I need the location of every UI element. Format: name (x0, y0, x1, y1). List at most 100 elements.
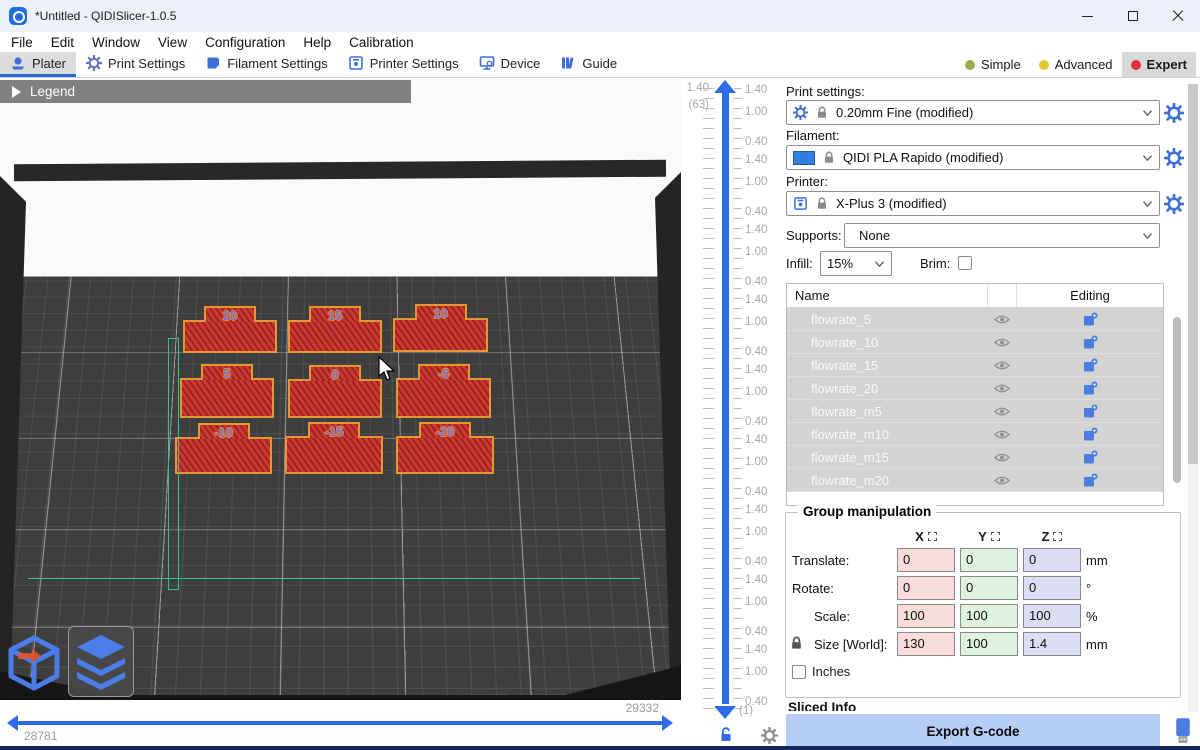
flowrate-patch[interactable]: 5 (180, 378, 274, 418)
eye-icon[interactable] (994, 383, 1010, 394)
mode-simple[interactable]: Simple (956, 52, 1030, 77)
moves-slider-track[interactable] (16, 721, 664, 725)
slider-right-arrow-icon[interactable] (662, 715, 673, 731)
z-value-field[interactable]: 1.4 (1023, 632, 1081, 656)
object-row[interactable]: flowrate_5 (787, 308, 1163, 331)
tab-print-settings[interactable]: Print Settings (76, 52, 195, 77)
edit-object-icon[interactable] (1083, 473, 1098, 488)
edit-object-icon[interactable] (1083, 450, 1098, 465)
slider-settings-gear-icon[interactable] (761, 727, 778, 744)
object-row[interactable]: flowrate_m5 (787, 400, 1163, 423)
axis-select-icon[interactable] (991, 532, 1000, 541)
y-value-field[interactable]: 100 (960, 604, 1018, 628)
menu-item[interactable]: Calibration (340, 35, 423, 50)
eye-icon[interactable] (994, 406, 1010, 417)
object-row[interactable]: flowrate_20 (787, 377, 1163, 400)
menu-item[interactable]: Configuration (196, 35, 294, 50)
mode-advanced[interactable]: Advanced (1030, 52, 1122, 77)
menu-item[interactable]: Help (294, 35, 340, 50)
supports-combo[interactable]: None (844, 223, 1160, 248)
axis-select-icon[interactable] (1053, 532, 1062, 541)
tab-plater[interactable]: Plater (0, 52, 76, 77)
flowrate-patch[interactable]: 0 (288, 379, 382, 418)
print-settings-combo[interactable]: 0.20mm Fine (modified) (786, 100, 1160, 125)
eye-icon[interactable] (994, 452, 1010, 463)
close-button[interactable] (1155, 0, 1200, 32)
name-column-header[interactable]: Name (787, 288, 987, 303)
y-value-field[interactable]: 0 (960, 576, 1018, 600)
object-row[interactable]: flowrate_10 (787, 331, 1163, 354)
flowrate-patch[interactable]: 20 (183, 320, 277, 353)
printer-gear-button[interactable] (1164, 194, 1184, 214)
slider-down-arrow-icon[interactable] (714, 706, 736, 719)
eye-icon[interactable] (994, 429, 1010, 440)
filament-gear-button[interactable] (1164, 148, 1184, 168)
y-value-field[interactable]: 0 (960, 548, 1018, 572)
sidebar-scrollbar[interactable] (1188, 84, 1198, 712)
unlock-icon[interactable] (718, 727, 734, 743)
editor-view-button[interactable] (4, 629, 64, 697)
patch-value-label: 20 (223, 308, 237, 323)
moves-slider[interactable]: 29332 28781 (0, 700, 681, 750)
viewport-3d[interactable]: 20 15 10 5 0 -5 -10 (0, 78, 681, 700)
x-value-field[interactable]: 100 (897, 604, 955, 628)
tab-guide[interactable]: Guide (550, 52, 627, 77)
flowrate-patch[interactable]: -10 (175, 437, 272, 474)
menu-item[interactable]: Window (83, 35, 149, 50)
y-value-field[interactable]: 100 (960, 632, 1018, 656)
edit-object-icon[interactable] (1083, 358, 1098, 373)
printer-combo[interactable]: X-Plus 3 (modified) (786, 191, 1160, 216)
object-list-scrollbar[interactable] (1173, 317, 1181, 483)
eye-icon[interactable] (994, 360, 1010, 371)
x-value-field[interactable]: 0 (897, 548, 955, 572)
edit-object-icon[interactable] (1083, 381, 1098, 396)
uniform-scale-lock-icon[interactable] (789, 635, 804, 651)
object-row[interactable]: flowrate_m15 (787, 446, 1163, 469)
flowrate-patch[interactable]: -5 (396, 378, 491, 418)
edit-object-icon[interactable] (1083, 312, 1098, 327)
axis-select-icon[interactable] (928, 532, 937, 541)
tab-printer-settings[interactable]: Printer Settings (338, 52, 469, 77)
menu-item[interactable]: View (149, 35, 196, 50)
minimize-button[interactable] (1065, 0, 1110, 32)
maximize-button[interactable] (1110, 0, 1155, 32)
mode-expert[interactable]: Expert (1122, 52, 1196, 77)
brim-checkbox[interactable] (958, 256, 972, 270)
editing-column-header[interactable]: Editing (1017, 288, 1163, 303)
menu-item[interactable]: Edit (42, 35, 83, 50)
flowrate-patch[interactable]: 15 (288, 320, 382, 353)
edit-object-icon[interactable] (1083, 427, 1098, 442)
print-settings-gear-button[interactable] (1164, 103, 1184, 123)
infill-combo[interactable]: 15% (820, 251, 892, 276)
object-row[interactable]: flowrate_15 (787, 354, 1163, 377)
legend-panel[interactable]: Legend (0, 80, 411, 103)
x-value-field[interactable]: 130 (897, 632, 955, 656)
z-value-field[interactable]: 100 (1023, 604, 1081, 628)
eye-icon[interactable] (994, 314, 1010, 325)
flowrate-patch[interactable]: 10 (393, 318, 488, 352)
layer-slider[interactable]: 1.40 (63) 1.401.000.401.401.000.401.401.… (681, 78, 782, 750)
flowrate-patch[interactable]: -15 (285, 436, 383, 474)
edit-object-icon[interactable] (1083, 404, 1098, 419)
inches-checkbox[interactable] (792, 665, 806, 679)
edit-object-icon[interactable] (1083, 335, 1098, 350)
flowrate-patch[interactable]: -20 (396, 436, 494, 474)
preview-view-button[interactable] (68, 626, 134, 697)
slider-track[interactable] (722, 92, 729, 704)
x-value-field[interactable]: 0 (897, 576, 955, 600)
z-value-field[interactable]: 0 (1023, 548, 1081, 572)
z-value-field[interactable]: 0 (1023, 576, 1081, 600)
sidebar-scrollbar-thumb[interactable] (1188, 84, 1198, 464)
object-row[interactable]: flowrate_m10 (787, 423, 1163, 446)
menu-item[interactable]: File (2, 35, 42, 50)
tab-device[interactable]: Device (469, 52, 551, 77)
object-row[interactable]: flowrate_m20 (787, 469, 1163, 492)
tab-filament-settings[interactable]: Filament Settings (195, 52, 337, 77)
filament-combo[interactable]: QIDI PLA Rapido (modified) (786, 145, 1160, 170)
eye-icon[interactable] (994, 337, 1010, 348)
eye-icon[interactable] (994, 475, 1010, 486)
export-to-usb-button[interactable] (1166, 714, 1200, 748)
brim-label: Brim: (920, 256, 950, 271)
printer-icon (348, 55, 364, 71)
export-gcode-button[interactable]: Export G-code (786, 714, 1160, 748)
